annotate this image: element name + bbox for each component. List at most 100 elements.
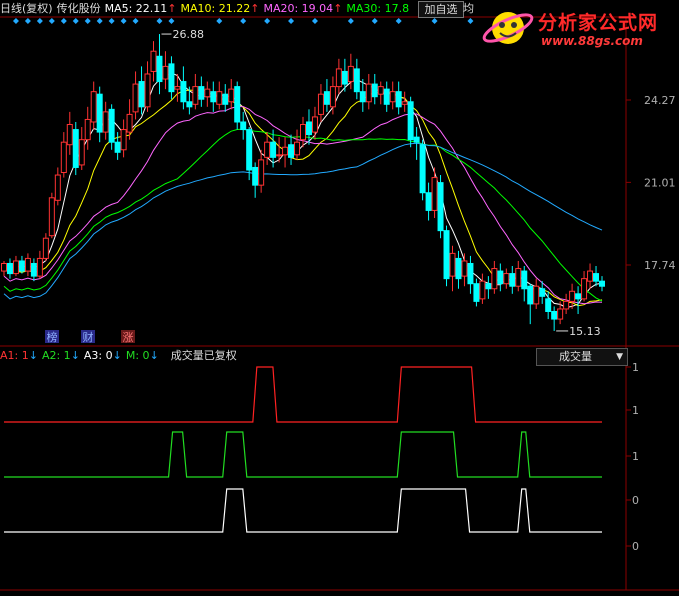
signal-diamond [156,18,163,24]
a3-label: A3: 0 [83,349,113,362]
candle-body [449,252,456,277]
candle-body [276,154,283,157]
candle-body [395,91,402,108]
candle-body [258,159,265,186]
candle-body [240,121,247,131]
event-marker-cai: 财 [83,330,94,344]
a1-arrow: ↓ [28,349,38,362]
signal-diamond [36,18,43,24]
signal-diamond [12,18,19,24]
logo-url: www.88gs.com [541,34,643,48]
candle-body [162,65,169,80]
main-chart-header: 日线(复权) 传化股份 MA5: 22.11↑ MA10: 21.22↑ MA20: 1… [0,0,413,17]
stock-name: 传化股份 [56,2,101,15]
candle-body [377,86,384,95]
candle-body [593,273,600,282]
candle-body [437,182,444,232]
candle-body [282,146,289,156]
indicator-tick-label: 1 [632,361,639,374]
candle-body [12,260,19,275]
candle-body [36,257,43,277]
candle-body [347,65,354,83]
period-label: 日线(复权) [0,2,53,15]
price-tick-label: 24.27 [644,94,676,107]
candle-body [389,91,396,103]
candle-body [539,288,546,297]
candle-body [264,141,271,158]
signal-diamond [395,18,402,24]
candle-body [419,144,426,194]
indicator-tick-label: 0 [632,494,639,507]
signal-diamond [264,18,271,24]
indicator-line-a2 [4,431,602,478]
signal-diamond [96,18,103,24]
candle-body [198,86,205,100]
candle-body [317,93,324,115]
candle-body [305,121,312,136]
candle-body [138,81,145,108]
candle-body [102,111,109,133]
stock-chart-window: { "header": { "period": "日线(复权)", "stock… [0,0,679,596]
candle-body [401,101,408,105]
ma20-label: MA20: 19.04 [263,2,334,15]
signal-diamond [467,18,474,24]
signal-diamond [60,18,67,24]
signal-diamond [132,18,139,24]
candle-body [234,86,241,123]
candle-body [6,262,13,275]
signal-diamond [311,18,318,24]
candle-body [599,280,605,287]
candle-body [509,273,516,287]
candle-body [96,93,103,133]
indicator-line-a1 [4,366,602,423]
high-price-label: 26.88 [172,28,204,41]
candle-body [180,81,187,103]
candle-body [72,129,79,168]
candle-body [24,257,31,272]
candle-body [323,91,330,105]
signal-diamond [48,18,55,24]
indicator-select[interactable]: 成交量 ▼ [536,348,628,366]
candle-body [300,124,306,141]
candle-body [329,86,336,108]
m-arrow: ↓ [149,349,159,362]
signal-diamond [84,18,91,24]
candle-body [66,124,73,146]
indicator-header: A1: 1↓ A2: 1↓ A3: 0↓ M: 0↓ 成交量已复权 [0,348,241,364]
ma10-arrow: ↑ [250,2,260,15]
indicator-line-a3 [4,488,602,533]
candle-body [575,293,582,300]
candle-body [126,113,133,133]
add-watchlist-button[interactable]: 加自选 [418,1,464,18]
candle-body [341,70,348,85]
signal-diamond [108,18,115,24]
indicator-name: 成交量已复权 [170,349,237,362]
candle-body [84,118,91,141]
candle-body [503,273,510,285]
ma5-arrow: ↑ [167,2,177,15]
candle-body [443,230,450,280]
candle-body [311,116,318,133]
candle-body [60,141,67,174]
candle-body [431,177,438,211]
candle-body [144,73,151,108]
candle-body [204,88,211,98]
signal-diamond [240,18,247,24]
chart-canvas: 24.27 21.01 17.74 26.88 15.13 榜 财 涨 1 1 1 0 0 [0,16,679,591]
candle-body [252,166,259,186]
candle-body [30,262,37,277]
low-price-label: 15.13 [569,325,601,338]
ma20-arrow: ↑ [333,2,343,15]
indicator-tick-label: 0 [632,540,639,553]
candle-body [587,270,594,282]
candle-body [246,129,253,171]
candle-body [365,83,372,103]
avg-toggle[interactable]: 均 [463,1,477,16]
candle-body [479,280,486,300]
signal-diamond [120,18,127,24]
candle-body [294,141,301,156]
candle-body [114,141,121,153]
signal-diamond [431,18,438,24]
logo-title: 分析家公式网 [538,12,659,34]
candle-body [335,68,342,88]
